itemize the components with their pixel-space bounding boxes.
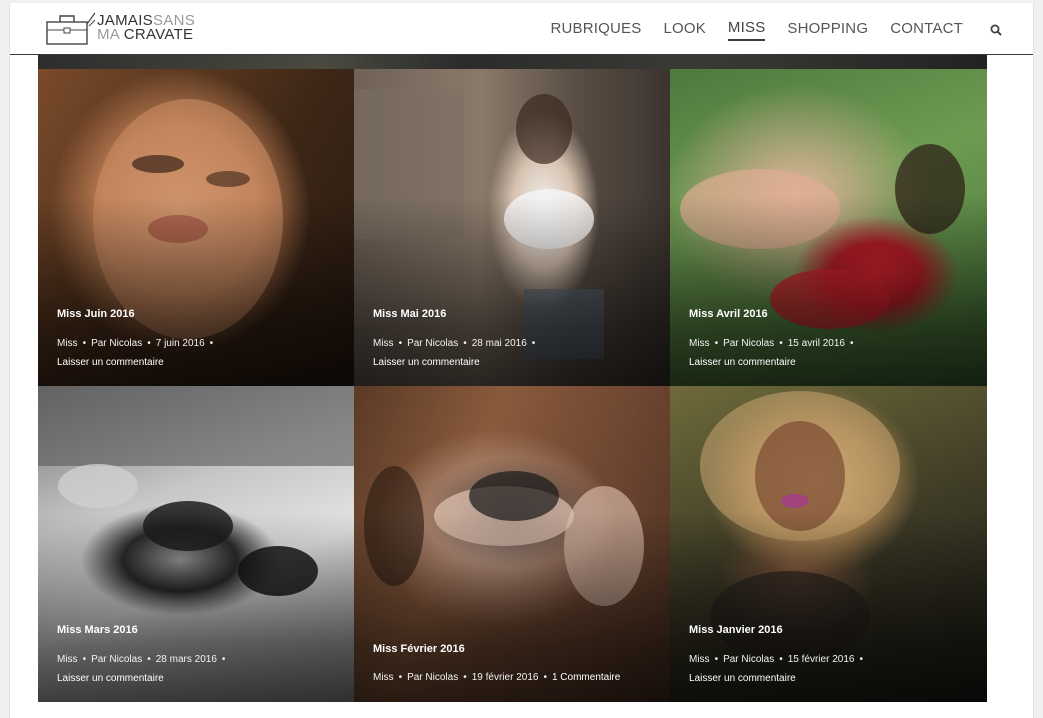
nav-item-shopping[interactable]: SHOPPING: [787, 20, 868, 40]
post-grid: Miss Juin 2016 Miss • Par Nicolas • 7 juin 2…: [38, 69, 987, 702]
nav-item-rubriques[interactable]: RUBRIQUES: [550, 20, 641, 40]
post-card[interactable]: Miss Mars 2016 Miss • Par Nicolas • 28 mars …: [38, 386, 354, 702]
post-title[interactable]: Miss Avril 2016: [689, 308, 768, 320]
meta-separator: •: [398, 338, 403, 349]
meta-separator: •: [221, 654, 226, 665]
post-date: 28 mai 2016: [471, 338, 527, 349]
meta-separator: •: [147, 654, 151, 665]
nav-item-look[interactable]: LOOK: [663, 20, 705, 40]
post-date: 19 février 2016: [471, 672, 539, 683]
post-card[interactable]: Miss Janvier 2016 Miss • Par Nicolas • 15 fé…: [670, 386, 987, 702]
nav-item-contact[interactable]: CONTACT: [890, 20, 963, 40]
logo-word-cravate: CRAVATE: [123, 26, 194, 43]
logo-word-ma: MA: [97, 26, 120, 43]
post-category[interactable]: Miss: [373, 338, 394, 349]
meta-separator: •: [714, 654, 719, 665]
post-author[interactable]: Par Nicolas: [91, 654, 142, 665]
post-card[interactable]: Miss Février 2016 Miss • Par Nicolas • 19 fé…: [354, 386, 670, 702]
search-icon[interactable]: [989, 23, 1003, 37]
post-category[interactable]: Miss: [689, 654, 710, 665]
site-logo[interactable]: JAMAISSANS MA CRAVATE: [44, 8, 214, 50]
post-meta: Miss • Par Nicolas • 28 mai 2016 • Laisser un…: [373, 334, 660, 372]
meta-separator: •: [463, 338, 467, 349]
briefcase-logo-icon: [46, 12, 96, 45]
meta-separator: •: [82, 338, 87, 349]
post-comments-link[interactable]: Laisser un commentaire: [57, 357, 164, 368]
post-comments-link[interactable]: Laisser un commentaire: [57, 673, 164, 684]
previous-row-photo-strip: [38, 55, 987, 69]
post-author[interactable]: Par Nicolas: [407, 338, 458, 349]
post-category[interactable]: Miss: [57, 654, 78, 665]
meta-separator: •: [209, 338, 214, 349]
post-author[interactable]: Par Nicolas: [723, 338, 774, 349]
meta-separator: •: [531, 338, 536, 349]
meta-separator: •: [859, 654, 863, 665]
meta-separator: •: [714, 338, 719, 349]
post-comments-link[interactable]: 1 Commentaire: [552, 672, 620, 683]
post-comments-link[interactable]: Laisser un commentaire: [689, 673, 796, 684]
post-comments-link[interactable]: Laisser un commentaire: [373, 357, 480, 368]
post-author[interactable]: Par Nicolas: [407, 672, 458, 683]
post-meta: Miss • Par Nicolas • 19 février 2016 • 1 Comme…: [373, 668, 660, 687]
meta-separator: •: [779, 338, 783, 349]
meta-separator: •: [850, 338, 854, 349]
meta-separator: •: [463, 672, 467, 683]
post-card[interactable]: Miss Juin 2016 Miss • Par Nicolas • 7 juin 2…: [38, 69, 354, 386]
post-meta: Miss • Par Nicolas • 15 février 2016 • Laisse…: [689, 650, 977, 688]
post-title[interactable]: Miss Juin 2016: [57, 308, 135, 320]
post-meta: Miss • Par Nicolas • 15 avril 2016 • Laisser …: [689, 334, 977, 372]
post-category[interactable]: Miss: [373, 672, 394, 683]
post-title[interactable]: Miss Janvier 2016: [689, 624, 783, 636]
post-date: 15 avril 2016: [787, 338, 845, 349]
site-header: JAMAISSANS MA CRAVATE RUBRIQUES LOOK MIS…: [10, 3, 1033, 55]
post-meta: Miss • Par Nicolas • 7 juin 2016 • Laisser un…: [57, 334, 344, 372]
meta-separator: •: [779, 654, 783, 665]
post-date: 15 février 2016: [787, 654, 855, 665]
meta-separator: •: [543, 672, 547, 683]
post-card[interactable]: Miss Avril 2016 Miss • Par Nicolas • 15 avri…: [670, 69, 987, 386]
logo-wordmark: JAMAISSANS MA CRAVATE: [97, 13, 195, 43]
post-title[interactable]: Miss Février 2016: [373, 643, 465, 655]
post-comments-link[interactable]: Laisser un commentaire: [689, 357, 796, 368]
post-card[interactable]: Miss Mai 2016 Miss • Par Nicolas • 28 mai 20…: [354, 69, 670, 386]
post-category[interactable]: Miss: [689, 338, 710, 349]
main-nav: RUBRIQUES LOOK MISS SHOPPING CONTACT: [550, 19, 1003, 41]
meta-separator: •: [147, 338, 151, 349]
post-category[interactable]: Miss: [57, 338, 78, 349]
meta-separator: •: [398, 672, 403, 683]
meta-separator: •: [82, 654, 87, 665]
post-author[interactable]: Par Nicolas: [723, 654, 774, 665]
nav-item-miss[interactable]: MISS: [727, 19, 766, 41]
logo-line-2: MA CRAVATE: [97, 26, 195, 43]
post-date: 7 juin 2016: [155, 338, 205, 349]
post-title[interactable]: Miss Mars 2016: [57, 624, 138, 636]
post-date: 28 mars 2016: [155, 654, 217, 665]
page-frame: JAMAISSANS MA CRAVATE RUBRIQUES LOOK MIS…: [9, 3, 1034, 718]
post-meta: Miss • Par Nicolas • 28 mars 2016 • Laisser u…: [57, 650, 344, 688]
post-title[interactable]: Miss Mai 2016: [373, 308, 446, 320]
post-author[interactable]: Par Nicolas: [91, 338, 142, 349]
